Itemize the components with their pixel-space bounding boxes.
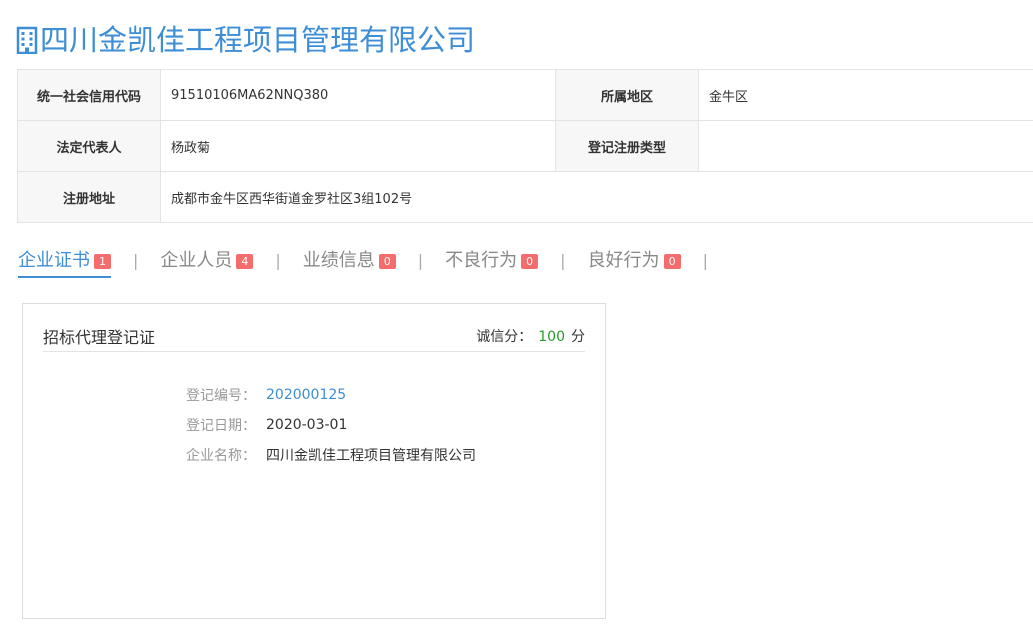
company-name-label: 企业名称： [186,448,256,464]
page-title: 四川金凯佳工程项目管理有限公司 [16,22,475,58]
tab-separator: | [702,250,708,270]
count-badge: 0 [378,253,396,269]
tab-separator: | [560,250,566,270]
reg-number-link[interactable]: 202000125 [266,387,346,403]
count-badge: 1 [94,253,111,269]
list-item: 企业名称： 四川金凯佳工程项目管理有限公司 [186,440,476,470]
tab-bad-behavior[interactable]: 不良行为 0 [445,246,539,278]
count-badge: 0 [663,253,681,269]
tab-bar: 企业证书 1 | 企业人员 4 | 业绩信息 0 | 不良行为 0 | 良好行为… [18,246,730,278]
certificate-header: 招标代理登记证 诚信分： 100 分 [43,324,585,352]
legal-rep-label: 法定代表人 [17,120,161,172]
table-row: 注册地址 成都市金牛区西华街道金罗社区3组102号 [17,171,1033,223]
tab-label: 企业证书 [18,250,90,271]
score-label: 诚信分： [476,329,533,345]
tab-label: 良好行为 [587,250,660,271]
certificate-card: 招标代理登记证 诚信分： 100 分 登记编号： 202000125 登记日期： 2… [22,303,606,619]
tab-separator: | [133,250,139,270]
certificate-fields: 登记编号： 202000125 登记日期： 2020-03-01 企业名称： 四… [186,380,476,470]
table-row: 统一社会信用代码 91510106MA62NNQ380 所属地区 金牛区 [17,69,1033,121]
list-item: 登记编号： 202000125 [186,380,476,410]
reg-type-value [698,120,1033,172]
tab-label: 不良行为 [445,250,518,271]
credit-score: 诚信分： 100 分 [476,326,585,346]
reg-type-label: 登记注册类型 [555,120,699,172]
score-value: 100 [538,329,565,345]
building-icon [16,26,38,55]
company-name: 四川金凯佳工程项目管理有限公司 [40,23,476,57]
reg-date-label: 登记日期： [186,418,256,434]
tab-label: 企业人员 [160,250,233,271]
tab-performance[interactable]: 业绩信息 0 [303,246,396,278]
company-name-value: 四川金凯佳工程项目管理有限公司 [266,448,476,464]
region-label: 所属地区 [555,69,699,121]
tab-certificates[interactable]: 企业证书 1 [18,246,111,278]
certificate-title: 招标代理登记证 [43,328,156,347]
address-value: 成都市金牛区西华街道金罗社区3组102号 [160,171,1033,223]
count-badge: 0 [521,253,539,269]
region-value: 金牛区 [698,69,1033,121]
address-label: 注册地址 [17,171,161,223]
tab-personnel[interactable]: 企业人员 4 [160,246,254,278]
score-unit: 分 [571,329,585,345]
tab-label: 业绩信息 [302,250,375,271]
count-badge: 4 [236,253,254,269]
credit-code-value: 91510106MA62NNQ380 [160,69,556,121]
list-item: 登记日期： 2020-03-01 [186,410,476,440]
tab-separator: | [417,250,424,270]
credit-code-label: 统一社会信用代码 [17,69,161,121]
legal-rep-value: 杨政菊 [160,120,556,172]
reg-date-value: 2020-03-01 [266,417,348,433]
reg-number-label: 登记编号： [186,388,256,404]
tab-separator: | [275,250,281,270]
company-info-table: 统一社会信用代码 91510106MA62NNQ380 所属地区 金牛区 法定代… [17,69,1033,223]
table-row: 法定代表人 杨政菊 登记注册类型 [17,120,1033,172]
tab-good-behavior[interactable]: 良好行为 0 [588,246,681,278]
